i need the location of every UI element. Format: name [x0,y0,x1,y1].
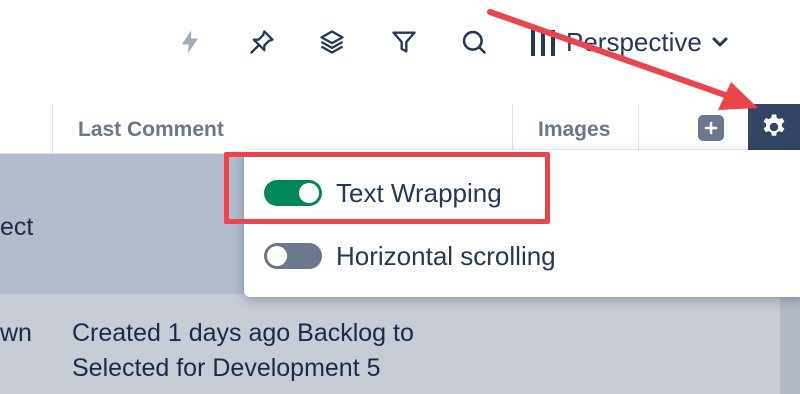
filter-icon[interactable] [386,24,422,60]
lightning-icon[interactable] [172,24,208,60]
toolbar: Perspective [0,0,800,100]
column-divider[interactable] [638,104,639,154]
cell-fragment: ect [0,213,34,241]
perspective-dropdown[interactable]: Perspective [530,22,728,62]
last-comment-cell: Created 1 days ago Backlog to Selected f… [72,319,414,382]
column-header-images[interactable]: Images [538,118,610,142]
add-column-button[interactable] [698,115,724,141]
horizontal-scrolling-option[interactable]: Horizontal scrolling [264,234,556,278]
column-header-last-comment[interactable]: Last Comment [78,118,224,142]
layers-icon[interactable] [314,24,350,60]
column-divider[interactable] [512,104,513,154]
cell-fragment: wn [0,319,32,347]
table-row[interactable]: wn Created 1 days ago Backlog to Selecte… [0,294,780,394]
column-divider[interactable] [52,104,53,154]
table-header: Last Comment Images [0,104,800,154]
annotation-highlight-box [224,152,550,224]
columns-icon [531,30,555,56]
pin-icon[interactable] [244,24,280,60]
chevron-down-icon [712,37,728,47]
perspective-label: Perspective [566,26,702,57]
horizontal-scrolling-label: Horizontal scrolling [336,240,556,271]
settings-button[interactable] [748,104,800,150]
search-icon[interactable] [456,24,492,60]
horizontal-scrolling-toggle[interactable] [264,243,322,269]
plus-icon [704,121,718,135]
gear-icon [763,114,785,136]
